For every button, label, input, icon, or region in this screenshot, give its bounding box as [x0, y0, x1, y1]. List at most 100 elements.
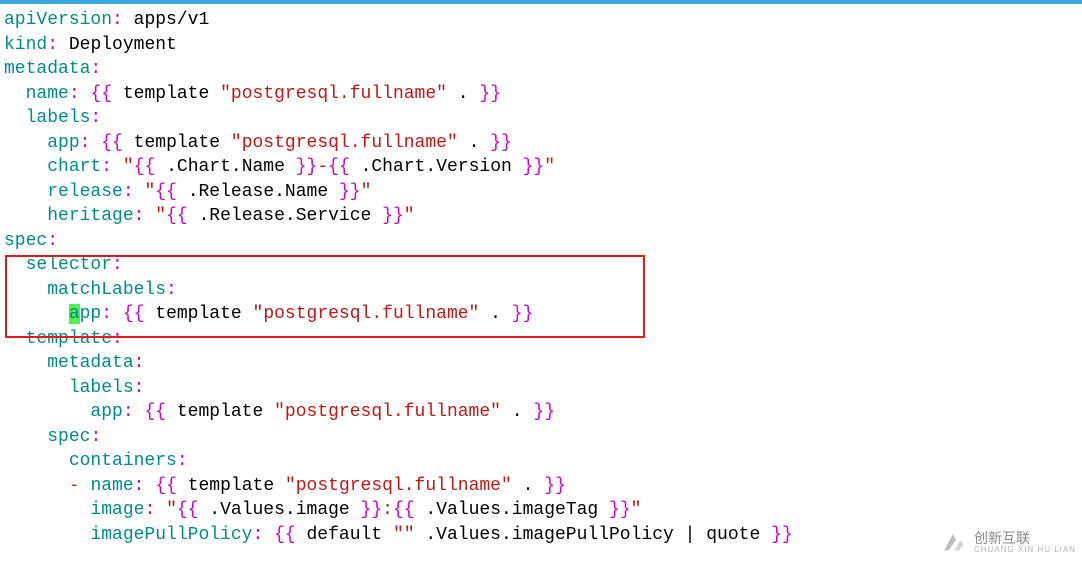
template-func: template [155, 304, 241, 324]
key-kind: kind [4, 35, 47, 55]
colon: : [123, 182, 134, 202]
key-metadata: metadata [47, 353, 133, 373]
key-release: release [47, 182, 123, 202]
quote: " [155, 206, 166, 226]
open-braces: {{ [274, 525, 296, 545]
quote: " [166, 500, 177, 520]
default-func: default [307, 525, 383, 545]
colon: : [69, 84, 80, 104]
quote: " [361, 182, 372, 202]
close-braces: }} [609, 500, 631, 520]
key-apiversion: apiVersion [4, 10, 112, 30]
dash: - [317, 157, 328, 177]
key-image: image [90, 500, 144, 520]
watermark-sub: CHUANG XIN HU LIAN [974, 546, 1076, 554]
quote: " [123, 157, 134, 177]
open-braces: {{ [155, 182, 177, 202]
open-braces: {{ [166, 206, 188, 226]
open-braces: {{ [123, 304, 145, 324]
close-braces: }} [361, 500, 383, 520]
key-app: app [69, 304, 101, 324]
key-imagepullpolicy: imagePullPolicy [90, 525, 252, 545]
colon: : [134, 353, 145, 373]
key-name: name [90, 476, 133, 496]
key-app: app [90, 402, 122, 422]
key-name: name [26, 84, 69, 104]
quote: " [144, 182, 155, 202]
key-labels: labels [69, 378, 134, 398]
colon: : [144, 500, 155, 520]
val-apiversion: apps/v1 [134, 10, 210, 30]
dot: . [458, 84, 469, 104]
open-braces: {{ [177, 500, 199, 520]
colon: : [80, 133, 91, 153]
colon: : [90, 427, 101, 447]
sep-colon: : [382, 500, 393, 520]
key-app-rest: pp [80, 304, 102, 324]
quote: " [631, 500, 642, 520]
quote: " [404, 206, 415, 226]
empty-string: "" [393, 525, 415, 545]
open-braces: {{ [101, 133, 123, 153]
template-func: template [177, 402, 263, 422]
colon: : [112, 255, 123, 275]
colon: : [123, 402, 134, 422]
key-matchlabels: matchLabels [47, 280, 166, 300]
close-braces: }} [512, 304, 534, 324]
key-spec: spec [4, 231, 47, 251]
dot: . [469, 133, 480, 153]
colon: : [252, 525, 263, 545]
expr-valuesimage: .Values.image [209, 500, 349, 520]
list-dash: - [69, 476, 80, 496]
open-braces: {{ [134, 157, 156, 177]
colon: : [177, 451, 188, 471]
colon: : [166, 280, 177, 300]
close-braces: }} [490, 133, 512, 153]
template-func: template [134, 133, 220, 153]
colon: : [90, 59, 101, 79]
colon: : [90, 108, 101, 128]
template-string: "postgresql.fullname" [285, 476, 512, 496]
close-braces: }} [296, 157, 318, 177]
yaml-code-block: apiVersion: apps/v1 kind: Deployment met… [0, 0, 1082, 547]
expr-chartversion: .Chart.Version [361, 157, 512, 177]
colon: : [134, 476, 145, 496]
key-heritage: heritage [47, 206, 133, 226]
key-spec: spec [47, 427, 90, 447]
val-kind: Deployment [69, 35, 177, 55]
close-braces: }} [339, 182, 361, 202]
pipe: | [685, 525, 696, 545]
close-braces: }} [771, 525, 793, 545]
colon: : [112, 10, 123, 30]
key-labels: labels [26, 108, 91, 128]
key-template: template [26, 329, 112, 349]
colon: : [112, 329, 123, 349]
colon: : [47, 35, 58, 55]
template-string: "postgresql.fullname" [274, 402, 501, 422]
open-braces: {{ [90, 84, 112, 104]
close-braces: }} [479, 84, 501, 104]
expr-releaseservice: .Release.Service [199, 206, 372, 226]
close-braces: }} [382, 206, 404, 226]
key-selector: selector [26, 255, 112, 275]
dot: . [490, 304, 501, 324]
template-func: template [123, 84, 209, 104]
quote-func: quote [706, 525, 760, 545]
colon: : [134, 378, 145, 398]
key-containers: containers [69, 451, 177, 471]
expr-releasename: .Release.Name [188, 182, 328, 202]
template-string: "postgresql.fullname" [220, 84, 447, 104]
template-func: template [188, 476, 274, 496]
open-braces: {{ [328, 157, 350, 177]
expr-valuespullpolicy: .Values.imagePullPolicy [425, 525, 673, 545]
colon: : [101, 157, 112, 177]
colon: : [47, 231, 58, 251]
top-accent-bar [0, 0, 1082, 4]
close-braces: }} [523, 157, 545, 177]
key-app: app [47, 133, 79, 153]
template-string: "postgresql.fullname" [253, 304, 480, 324]
cursor-highlight: a [69, 304, 80, 324]
dot: . [523, 476, 534, 496]
close-braces: }} [533, 402, 555, 422]
template-string: "postgresql.fullname" [231, 133, 458, 153]
